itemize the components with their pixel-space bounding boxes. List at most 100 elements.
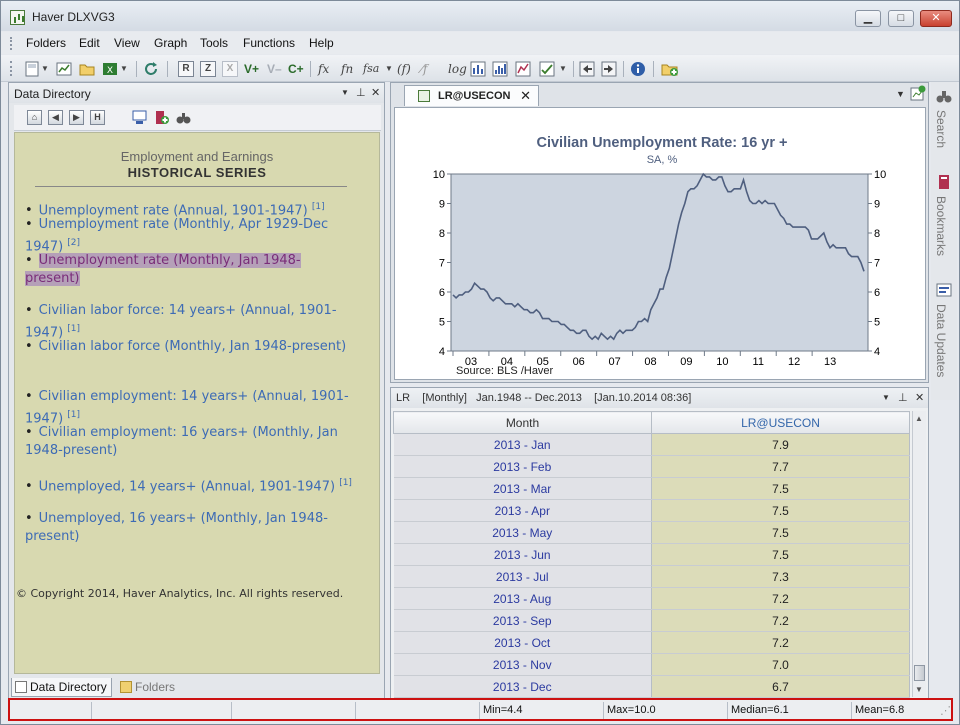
search-binoculars-icon[interactable]: [936, 88, 952, 104]
menu-folders[interactable]: Folders: [26, 36, 66, 50]
table-row[interactable]: 2013 - Jul 7.3: [393, 565, 910, 588]
scroll-thumb[interactable]: [914, 665, 925, 681]
new-chart-icon[interactable]: [910, 85, 926, 101]
binoculars-icon[interactable]: [176, 110, 191, 125]
menu-functions[interactable]: Functions: [243, 36, 295, 50]
unemployment-chart[interactable]: Civilian Unemployment Rate: 16 yr + SA, …: [395, 108, 925, 379]
side-tab-bookmarks[interactable]: Bookmarks: [934, 196, 948, 256]
link-labor-force-monthly[interactable]: • Civilian labor force (Monthly, Jan 1948…: [25, 338, 355, 356]
maximize-button[interactable]: □: [888, 10, 914, 27]
excel-icon[interactable]: X: [102, 60, 118, 78]
link-employment-monthly[interactable]: • Civilian employment: 16 years+ (Monthly…: [25, 424, 355, 460]
chart-tab-close-icon[interactable]: ✕: [520, 86, 531, 106]
bar-chart-icon[interactable]: [470, 60, 486, 78]
tab-data-directory[interactable]: Data Directory: [11, 678, 112, 697]
add-column-button[interactable]: C+: [288, 60, 304, 78]
tab-chart-lr-usecon[interactable]: LR@USECON ✕: [404, 85, 539, 106]
value-cell[interactable]: 7.5: [651, 543, 910, 566]
bookmark-icon[interactable]: [936, 174, 952, 190]
menu-tools[interactable]: Tools: [200, 36, 228, 50]
series-x-button[interactable]: X: [222, 61, 238, 77]
home-icon[interactable]: ⌂: [27, 110, 42, 125]
value-cell[interactable]: 7.5: [651, 521, 910, 544]
value-cell[interactable]: 7.2: [651, 631, 910, 654]
open-chart-icon[interactable]: [56, 60, 72, 78]
panel-dropdown-icon[interactable]: ▼: [341, 88, 349, 97]
function-slash-button[interactable]: ⁄f: [421, 60, 427, 78]
value-cell[interactable]: 7.7: [651, 455, 910, 478]
value-cell[interactable]: 7.0: [651, 653, 910, 676]
function-fn-button[interactable]: fn: [341, 60, 353, 78]
column-header-series[interactable]: LR@USECON: [651, 411, 910, 434]
side-tab-data-updates[interactable]: Data Updates: [934, 304, 948, 377]
table-row[interactable]: 2013 - Dec 6.7: [393, 675, 910, 698]
menu-edit[interactable]: Edit: [79, 36, 100, 50]
nav-forward-icon[interactable]: ▶: [69, 110, 84, 125]
folder-icon[interactable]: [79, 60, 95, 78]
fsa-dropdown-icon[interactable]: ▼: [385, 60, 393, 78]
table-row[interactable]: 2013 - Oct 7.2: [393, 631, 910, 654]
value-cell[interactable]: 7.9: [651, 433, 910, 456]
value-cell[interactable]: 7.2: [651, 587, 910, 610]
add-bookmark-icon[interactable]: [154, 110, 169, 125]
new-dropdown-icon[interactable]: ▼: [41, 60, 49, 78]
table-row[interactable]: 2013 - Sep 7.2: [393, 609, 910, 632]
nav-back-icon[interactable]: ◀: [48, 110, 63, 125]
table-row[interactable]: 2013 - Jun 7.5: [393, 543, 910, 566]
resize-grip-icon[interactable]: ⋰: [940, 704, 951, 717]
value-cell[interactable]: 7.5: [651, 477, 910, 500]
add-variable-button[interactable]: V+: [244, 60, 259, 78]
data-updates-icon[interactable]: [936, 282, 952, 298]
function-fsa-button[interactable]: fsa: [363, 60, 379, 78]
scroll-up-icon[interactable]: ▲: [915, 414, 923, 423]
series-r-button[interactable]: R: [178, 61, 194, 77]
link-unemployment-monthly-1929[interactable]: • Unemployment rate (Monthly, Apr 1929-De…: [25, 216, 355, 256]
new-document-icon[interactable]: [25, 60, 39, 78]
log-scale-button[interactable]: log: [448, 60, 467, 78]
forward-arrow-icon[interactable]: [601, 60, 617, 78]
table-row[interactable]: 2013 - Nov 7.0: [393, 653, 910, 676]
close-button[interactable]: ✕: [920, 10, 952, 27]
directory-view-icon[interactable]: [132, 110, 147, 125]
function-fx-button[interactable]: fx: [318, 60, 329, 78]
remove-variable-button[interactable]: V–: [267, 60, 282, 78]
link-unemployed-monthly[interactable]: • Unemployed, 16 years+ (Monthly, Jan 194…: [25, 510, 355, 546]
history-button[interactable]: H: [90, 110, 105, 125]
chart-options-icon[interactable]: [539, 60, 555, 78]
value-cell[interactable]: 7.5: [651, 499, 910, 522]
table-row[interactable]: 2013 - May 7.5: [393, 521, 910, 544]
scroll-down-icon[interactable]: ▼: [915, 685, 923, 694]
series-z-button[interactable]: Z: [200, 61, 216, 77]
options-dropdown-icon[interactable]: ▼: [559, 60, 567, 78]
chart-dropdown-icon[interactable]: ▼: [896, 89, 905, 99]
column-header-month[interactable]: Month: [393, 411, 652, 434]
add-folder-icon[interactable]: [661, 60, 679, 78]
panel-close-icon[interactable]: ✕: [371, 86, 380, 99]
table-row[interactable]: 2013 - Jan 7.9: [393, 433, 910, 456]
menu-graph[interactable]: Graph: [154, 36, 187, 50]
pin-icon[interactable]: ⊥: [356, 86, 366, 99]
menu-help[interactable]: Help: [309, 36, 334, 50]
refresh-icon[interactable]: [143, 60, 159, 78]
link-employment-annual[interactable]: • Civilian employment: 14 years+ (Annual,…: [25, 388, 355, 428]
function-circle-button[interactable]: (f): [397, 60, 411, 78]
table-row[interactable]: 2013 - Apr 7.5: [393, 499, 910, 522]
tab-folders[interactable]: Folders: [117, 678, 187, 697]
back-arrow-icon[interactable]: [579, 60, 595, 78]
link-unemployment-monthly-1948[interactable]: • Unemployment rate (Monthly, Jan 1948-pr…: [25, 252, 355, 288]
link-unemployed-annual[interactable]: • Unemployed, 14 years+ (Annual, 1901-194…: [25, 474, 355, 496]
value-cell[interactable]: 7.3: [651, 565, 910, 588]
menu-view[interactable]: View: [114, 36, 140, 50]
table-row[interactable]: 2013 - Feb 7.7: [393, 455, 910, 478]
side-tab-search[interactable]: Search: [934, 110, 948, 148]
value-cell[interactable]: 6.7: [651, 675, 910, 698]
table-scrollbar[interactable]: ▲ ▼: [912, 411, 926, 697]
value-cell[interactable]: 7.2: [651, 609, 910, 632]
chart-style-icon[interactable]: [515, 60, 531, 78]
table-dropdown-icon[interactable]: ▼: [882, 393, 890, 402]
table-row[interactable]: 2013 - Aug 7.2: [393, 587, 910, 610]
info-icon[interactable]: [630, 60, 646, 78]
table-row[interactable]: 2013 - Mar 7.5: [393, 477, 910, 500]
export-dropdown-icon[interactable]: ▼: [120, 60, 128, 78]
link-labor-force-annual[interactable]: • Civilian labor force: 14 years+ (Annual…: [25, 302, 355, 342]
